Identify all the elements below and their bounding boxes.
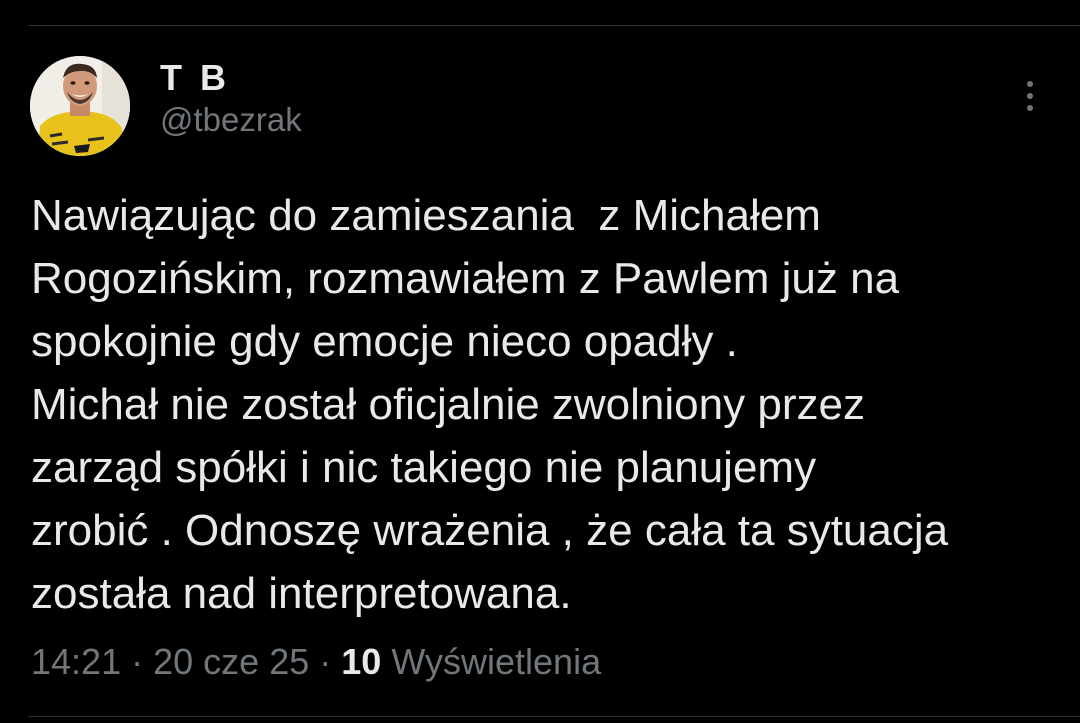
more-vertical-icon-dot <box>1027 93 1033 99</box>
author-handle[interactable]: @tbezrak <box>160 100 302 140</box>
more-vertical-icon <box>1027 81 1033 87</box>
more-vertical-icon-dot <box>1027 105 1033 111</box>
tweet-date[interactable]: 20 cze 25 <box>153 641 309 682</box>
tweet-time[interactable]: 14:21 <box>31 641 121 682</box>
tweet-text-line: zarząd spółki i nic takiego nie planujem… <box>31 443 817 492</box>
top-divider <box>28 25 1080 26</box>
tweet-text: Nawiązując do zamieszania z Michałem Rog… <box>31 184 1061 625</box>
avatar-photo <box>30 56 130 156</box>
tweet-text-line: Nawiązując do zamieszania z Michałem <box>31 191 821 240</box>
views-label[interactable]: Wyświetlenia <box>391 641 601 682</box>
meta-separator: · <box>131 641 144 682</box>
tweet-text-line: zrobić . Odnoszę wrażenia , że cała ta s… <box>31 506 949 555</box>
tweet-text-line: Michał nie został oficjalnie zwolniony p… <box>31 380 865 429</box>
meta-separator: · <box>319 641 332 682</box>
tweet-text-line: została nad interpretowana. <box>31 569 572 618</box>
views-count[interactable]: 10 <box>341 641 381 682</box>
bottom-divider <box>28 716 1080 717</box>
author-display-name[interactable]: T B <box>160 58 302 98</box>
tweet-metadata: 14:21 · 20 cze 25 · 10 Wyświetlenia <box>31 640 601 684</box>
tweet-text-line: spokojnie gdy emocje nieco opadły . <box>31 317 738 366</box>
tweet-text-line: Rogozińskim, rozmawiałem z Pawlem już na <box>31 254 900 303</box>
avatar[interactable] <box>30 56 130 156</box>
more-options-button[interactable] <box>1010 76 1050 116</box>
author-block: T B @tbezrak <box>160 58 302 140</box>
